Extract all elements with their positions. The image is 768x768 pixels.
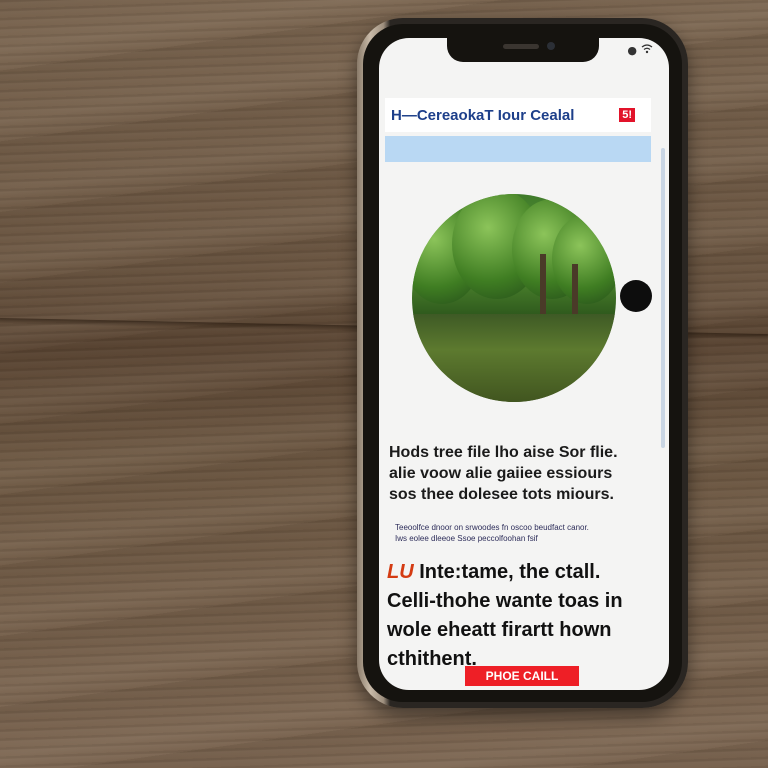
media-control-button[interactable] (620, 280, 652, 312)
headline-line: alie voow alie gaiiee essiours (389, 465, 613, 482)
site-header: H—CereaokaT Iour Cealal 5! (385, 98, 651, 132)
lead-line: wole eheatt firartt hown (387, 619, 612, 641)
smartphone: ● H—CereaokaT Iour Cealal 5! Hods tree f… (357, 18, 688, 708)
wifi-icon (641, 44, 653, 57)
caption-line: Teeoolfce dnoor on srwoodes fn oscoo beu… (395, 523, 589, 532)
notification-badge[interactable]: 5! (619, 108, 635, 122)
article-caption: Teeoolfce dnoor on srwoodes fn oscoo beu… (395, 522, 649, 544)
lake-reflection (412, 314, 616, 402)
lead-line: Celli-thohe wante toas in (387, 590, 623, 612)
banner-strip (385, 136, 651, 162)
lake-forest-photo (412, 194, 616, 402)
phone-call-button[interactable]: PHOE CAILL (465, 666, 579, 686)
headline-line: sos thee dolesee tots miours. (389, 486, 614, 503)
headline-line: Hods tree file lho aise Sor flie. (389, 444, 618, 461)
article-lead: LU Inte:tame, the ctall. Celli-thohe wan… (387, 558, 657, 674)
caption-line: Iws eolee dleeoe Ssoe peccolfoohan fsif (395, 534, 538, 543)
earpiece-speaker (503, 44, 539, 49)
phone-bezel: ● H—CereaokaT Iour Cealal 5! Hods tree f… (363, 24, 682, 702)
lead-accent: LU (387, 561, 414, 583)
status-bar: ● (627, 44, 653, 57)
scrollbar[interactable] (661, 148, 665, 448)
front-camera (547, 42, 555, 50)
article-headline: Hods tree file lho aise Sor flie. alie v… (389, 442, 649, 505)
phone-notch (447, 38, 599, 62)
phone-screen: ● H—CereaokaT Iour Cealal 5! Hods tree f… (379, 38, 669, 690)
site-title[interactable]: H—CereaokaT Iour Cealal (385, 107, 574, 124)
lead-line: Inte:tame, the ctall. (419, 561, 601, 583)
signal-icon: ● (627, 44, 637, 57)
